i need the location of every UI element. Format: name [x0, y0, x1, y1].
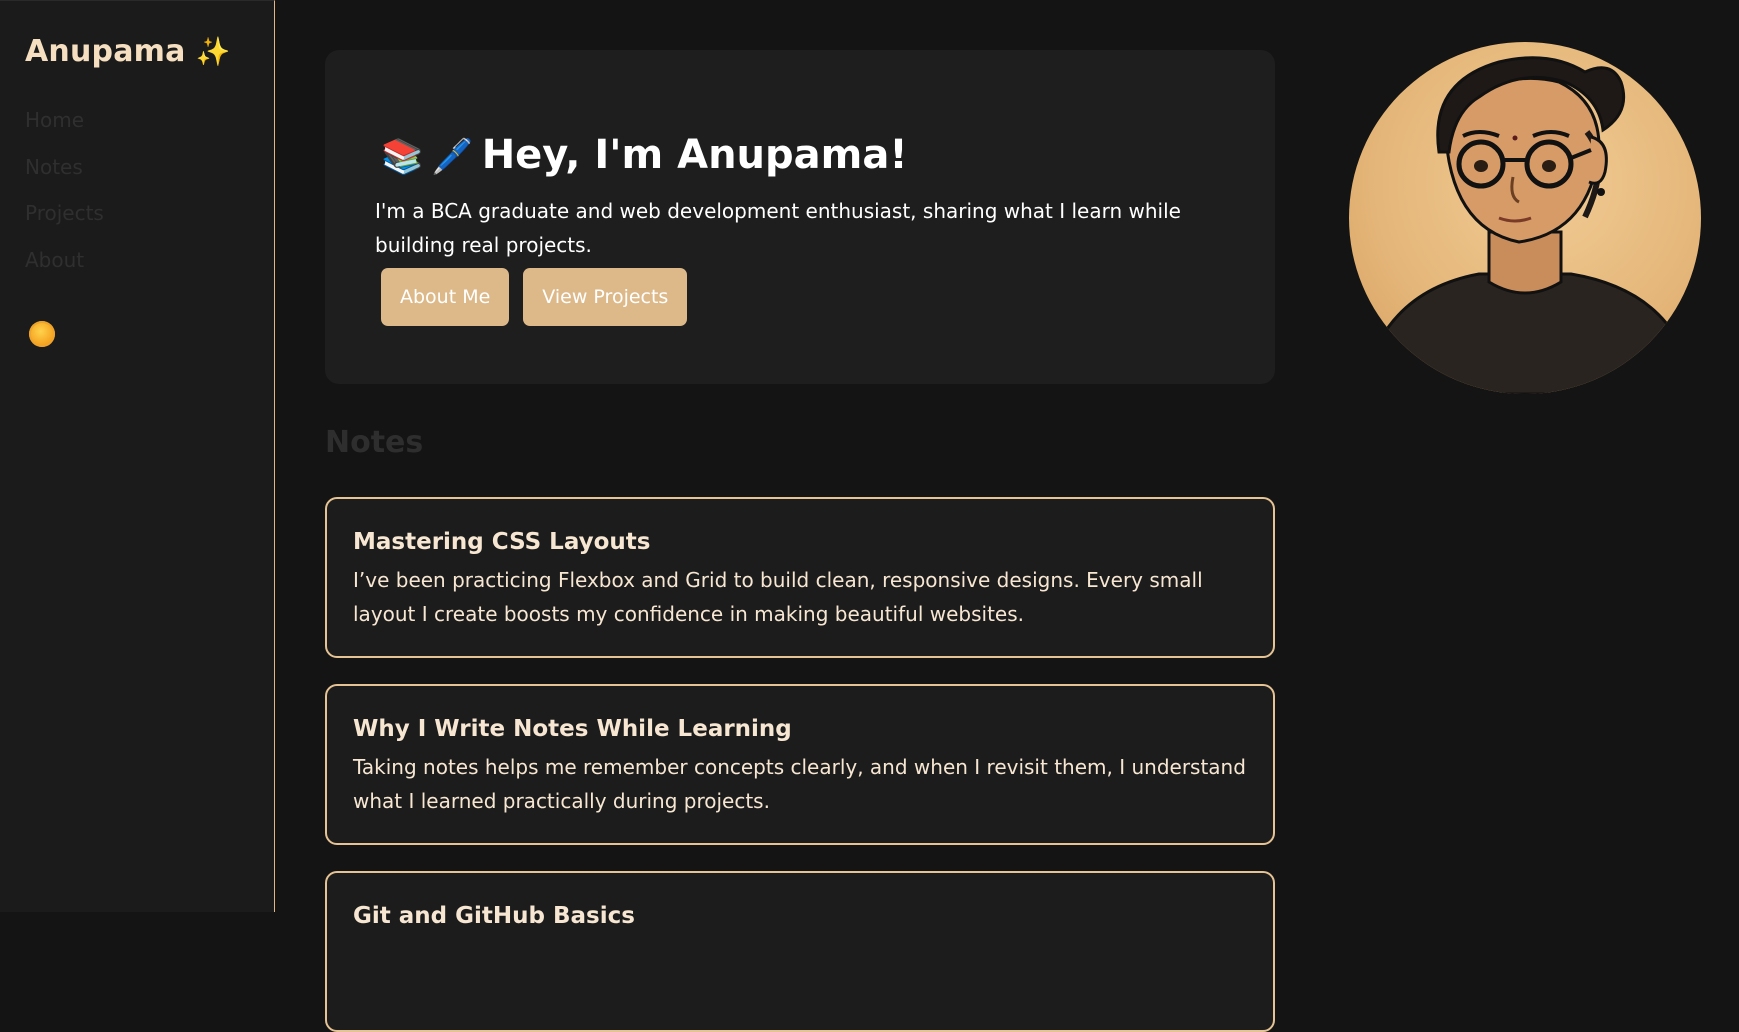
note-card[interactable]: Git and GitHub Basics	[325, 871, 1275, 1032]
hero-title: 📚 🖊️ Hey, I'm Anupama!	[381, 132, 908, 178]
avatar	[1349, 42, 1701, 394]
about-me-button[interactable]: About Me	[381, 268, 510, 326]
avatar-illustration	[1349, 56, 1701, 394]
note-card[interactable]: Why I Write Notes While Learning Taking …	[325, 684, 1275, 845]
brand-name: Anupama	[25, 34, 186, 69]
note-body: Taking notes helps me remember concepts …	[353, 755, 1246, 813]
sparkles-icon: ✨	[195, 35, 231, 68]
nav-item-notes[interactable]: Notes	[25, 150, 104, 197]
hero-title-text: Hey, I'm Anupama!	[481, 132, 908, 178]
nav-item-about[interactable]: About	[25, 243, 104, 290]
sidebar-nav: Home Notes Projects About	[25, 103, 104, 289]
hero-card: 📚 🖊️ Hey, I'm Anupama! I'm a BCA graduate …	[325, 50, 1275, 384]
view-projects-button[interactable]: View Projects	[523, 268, 688, 326]
note-title: Git and GitHub Basics	[353, 903, 635, 929]
books-icon: 📚	[381, 137, 424, 177]
nav-item-projects[interactable]: Projects	[25, 196, 104, 243]
note-body: I’ve been practicing Flexbox and Grid to…	[353, 568, 1203, 626]
brand-logo[interactable]: Anupama ✨	[25, 34, 231, 69]
hero-description: I'm a BCA graduate and web development e…	[375, 199, 1181, 257]
note-card[interactable]: Mastering CSS Layouts I’ve been practici…	[325, 497, 1275, 658]
note-title: Mastering CSS Layouts	[353, 529, 651, 555]
nav-item-home[interactable]: Home	[25, 103, 104, 150]
sidebar: Anupama ✨ Home Notes Projects About	[0, 0, 275, 912]
hero-buttons: About Me View Projects	[381, 268, 701, 326]
pen-icon: 🖊️	[431, 137, 474, 177]
sun-icon[interactable]	[29, 321, 55, 347]
note-title: Why I Write Notes While Learning	[353, 716, 792, 742]
notes-section-title: Notes	[325, 425, 424, 460]
